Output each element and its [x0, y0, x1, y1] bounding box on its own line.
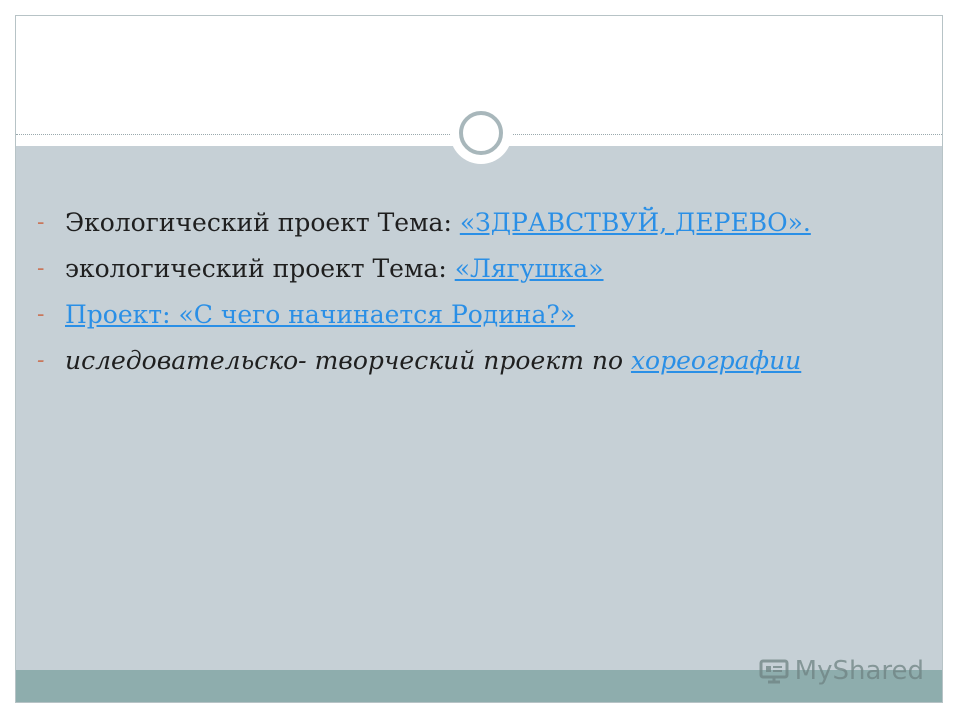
- watermark-text: MyShared: [794, 656, 924, 686]
- circle-ornament: [450, 102, 512, 164]
- bullet-link[interactable]: «ЗДРАВСТВУЙ, ДЕРЕВО».: [460, 208, 811, 237]
- watermark: MyShared: [759, 654, 924, 688]
- bullet-item: - экологический проект Тема: «Лягушка»: [37, 251, 877, 287]
- bullet-text: экологический проект Тема:: [65, 254, 455, 283]
- bullet-dash: -: [37, 302, 45, 327]
- bullet-text: Экологический проект Тема:: [65, 208, 460, 237]
- bullet-list: - Экологический проект Тема: «ЗДРАВСТВУЙ…: [37, 205, 877, 389]
- bullet-link[interactable]: хореографии: [631, 346, 801, 375]
- bullet-text: иследовательско- творческий проект по: [65, 346, 631, 375]
- bullet-item: - Экологический проект Тема: «ЗДРАВСТВУЙ…: [37, 205, 877, 241]
- bullet-dash: -: [37, 210, 45, 235]
- ornament-ring: [459, 111, 503, 155]
- bullet-dash: -: [37, 256, 45, 281]
- bullet-link[interactable]: «Лягушка»: [455, 254, 604, 283]
- bullet-item: - иследовательско- творческий проект по …: [37, 343, 877, 379]
- bullet-item: - Проект: «С чего начинается Родина?»: [37, 297, 877, 333]
- bullet-link[interactable]: Проект: «С чего начинается Родина?»: [65, 300, 575, 329]
- bullet-dash: -: [37, 348, 45, 373]
- presentation-screen-icon: [759, 659, 789, 684]
